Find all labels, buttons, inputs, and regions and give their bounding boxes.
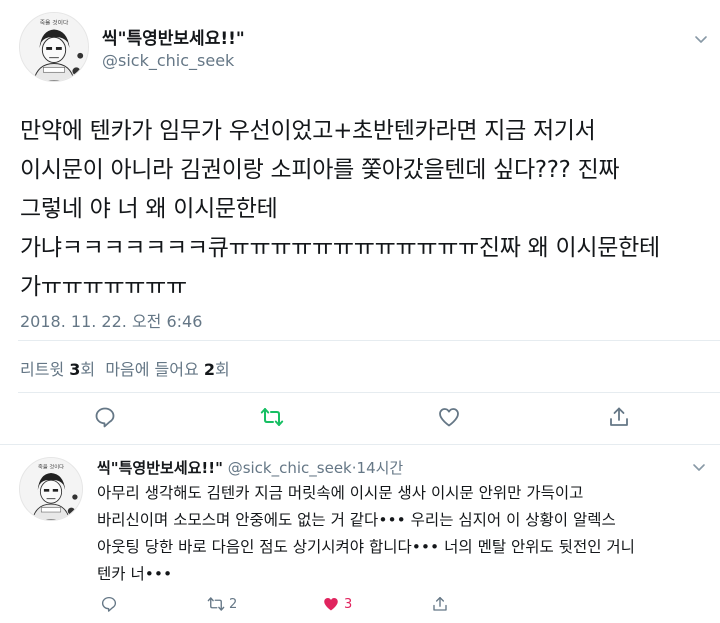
- share-upload-icon: [433, 596, 447, 611]
- like-count: 3: [344, 596, 353, 612]
- reply-header: 씩"특영반보세요!!" @sick_chic_seek·14시간: [97, 457, 403, 478]
- likes-count: 2: [203, 360, 215, 379]
- reply-time[interactable]: 14시간: [357, 459, 404, 477]
- heart-icon: [324, 598, 338, 611]
- share-button[interactable]: [607, 405, 631, 429]
- share-upload-icon: [610, 407, 628, 426]
- chevron-down-icon[interactable]: [692, 460, 706, 474]
- avatar[interactable]: 죽을 것이다: [19, 457, 83, 521]
- reply-bubble-icon: [101, 596, 117, 612]
- reply-share-button[interactable]: [431, 594, 449, 614]
- retweet-button[interactable]: [260, 405, 284, 429]
- divider: [18, 392, 720, 393]
- retweets-label: 리트윗: [20, 360, 65, 379]
- tweet-stats: 리트윗 3회 마음에 들어요 2회: [20, 356, 230, 380]
- reply-text: 아무리 생각해도 김텐카 지금 머릿속에 이시문 생사 이시문 안위만 가득이고…: [97, 484, 635, 583]
- reply-like-button[interactable]: 3: [322, 594, 352, 614]
- reply-reply-button[interactable]: [100, 594, 118, 614]
- likes-stat[interactable]: 마음에 들어요 2회: [105, 360, 229, 379]
- main-tweet: 죽을 것이다 씩"특영반보세요!!" @sick_chic_seek 만약에 텐…: [0, 0, 720, 445]
- handle[interactable]: @sick_chic_seek: [228, 459, 352, 477]
- likes-unit: 회: [214, 360, 230, 379]
- retweets-stat[interactable]: 리트윗 3회: [20, 360, 95, 379]
- retweet-arrows-icon: [260, 408, 284, 426]
- divider: [18, 340, 720, 341]
- avatar[interactable]: 죽을 것이다: [19, 12, 89, 82]
- retweet-arrows-icon: [207, 597, 225, 611]
- display-name[interactable]: 씩"특영반보세요!!": [102, 24, 245, 49]
- tweet-text: 만약에 텐카가 임무가 우선이었고+초반텐카라면 지금 저기서 이시문이 아니라…: [20, 118, 660, 300]
- retweet-count: 2: [229, 596, 238, 612]
- avatar-caption: 죽을 것이다: [40, 19, 69, 27]
- avatar-illustration: 죽을 것이다: [20, 458, 82, 520]
- heart-icon: [439, 408, 459, 427]
- avatar-caption: 죽을 것이다: [38, 463, 64, 471]
- tweet-timestamp[interactable]: 2018. 11. 22. 오전 6:46: [20, 308, 202, 332]
- display-name[interactable]: 씩"특영반보세요!!": [97, 459, 223, 477]
- divider: [0, 444, 720, 445]
- like-button[interactable]: [437, 405, 461, 429]
- likes-label: 마음에 들어요: [105, 360, 199, 379]
- avatar-illustration: 죽을 것이다: [20, 13, 88, 81]
- retweets-unit: 회: [80, 360, 96, 379]
- reply-bubble-icon: [95, 407, 115, 428]
- handle[interactable]: @sick_chic_seek: [102, 51, 234, 70]
- chevron-down-icon[interactable]: [694, 32, 708, 46]
- reply-retweet-button[interactable]: 2: [207, 594, 237, 614]
- retweets-count: 3: [69, 360, 81, 379]
- reply-button[interactable]: [93, 405, 117, 429]
